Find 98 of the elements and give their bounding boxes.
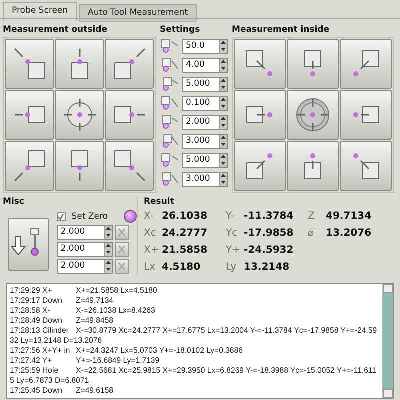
probe-button[interactable] [105,39,154,89]
probe-direction-icon [114,150,146,182]
probe-direction-icon [246,50,274,78]
probe-button[interactable] [234,39,286,89]
result-label: Y- [226,211,236,222]
checkbox-label: Set Zero [72,212,108,222]
result-value: 49.7134 [326,211,372,222]
result-value: 4.5180 [162,262,201,273]
probe-button[interactable] [287,39,339,89]
axis-icon [118,244,126,254]
probe-direction-icon [14,150,46,182]
result-label: X- [144,211,155,222]
probe-down-button[interactable] [8,218,49,271]
probe-direction-icon [14,106,46,124]
probe-setting-icon [160,133,180,149]
result-value: 13.2148 [244,262,290,273]
spin-arrows-icon[interactable] [219,78,227,90]
result-value: 24.2777 [162,228,208,239]
result-value: -11.3784 [244,211,294,222]
probe-direction-icon [304,50,322,78]
spin-field[interactable]: 5.000 [182,76,228,92]
spin-field[interactable]: 3.000 [182,134,228,148]
result-label: Lx [144,262,156,273]
axis-icon [118,228,126,236]
probe-button[interactable] [287,90,339,140]
section-title: Measurement outside [3,25,108,36]
probe-button[interactable] [105,90,154,140]
probe-button[interactable] [234,141,286,191]
scrollbar[interactable] [382,284,393,398]
probe-direction-icon [304,152,322,180]
probe-direction-icon [70,150,88,182]
result-value: 26.1038 [162,211,208,222]
probe-button[interactable] [340,90,392,140]
tab[interactable]: Auto Tool Measurement [79,4,198,22]
spin-field[interactable]: 2.000 [182,114,228,130]
result-label: Y+ [226,245,242,256]
result-label: X+ [144,245,160,256]
probe-button[interactable] [105,141,154,191]
probe-button[interactable] [5,39,54,89]
axis-icon [118,262,126,270]
probe-button[interactable] [55,90,104,140]
spin-arrows-icon[interactable] [219,96,227,110]
probe-direction-icon [352,50,380,78]
section-title: Result [144,197,176,208]
probe-direction-icon [114,48,146,80]
tab[interactable]: Probe Screen [3,2,78,21]
probe-setting-icon [160,114,180,130]
probe-direction-icon [114,106,146,124]
probe-button[interactable] [340,39,392,89]
result-value: -17.9858 [244,228,294,239]
spin-field[interactable]: 2.000 [56,242,113,256]
probe-setting-icon [160,38,180,54]
probe-button[interactable] [234,90,286,140]
spin-field[interactable]: 50.0 [182,38,228,54]
spin-field[interactable]: 4.00 [182,58,228,72]
spin-field[interactable]: 3.000 [182,172,228,186]
spin-arrows-icon[interactable] [219,154,227,166]
result-label: Ly [226,262,238,273]
probe-setting-icon [160,152,180,168]
probe-setting-icon [160,95,180,111]
section-title: Settings [160,25,202,36]
result-label: Xc [144,228,158,239]
section-title: Misc [3,197,26,208]
probe-button[interactable] [5,141,54,191]
spin-arrows-icon[interactable] [219,40,227,52]
result-value: 13.2076 [326,228,372,239]
spin-field[interactable]: 5.000 [182,152,228,168]
spin-arrows-icon[interactable] [219,172,227,186]
spin-arrows-icon[interactable] [104,242,112,256]
spin-arrows-icon[interactable] [104,260,112,272]
probe-direction-icon [14,48,46,80]
probe-direction-icon [246,106,274,124]
spin-field[interactable]: 2.000 [56,258,113,274]
probe-direction-icon [246,152,274,180]
section-title: Measurement inside [232,25,331,36]
probe-direction-icon [352,106,380,124]
spin-arrows-icon[interactable] [219,58,227,72]
spin-arrows-icon[interactable] [219,116,227,128]
probe-button[interactable] [55,141,104,191]
result-label: ⌀ [308,228,316,239]
result-value: -24.5932 [244,245,294,256]
probe-setting-icon [160,171,180,187]
result-label: Yc [226,228,239,239]
probe-direction-icon [70,48,88,80]
probe-button[interactable] [55,39,104,89]
spin-arrows-icon[interactable] [219,134,227,148]
probe-button[interactable] [340,141,392,191]
spin-field[interactable]: 0.100 [182,96,228,110]
probe-setting-icon [160,76,180,92]
set-zero-checkbox[interactable] [56,212,66,221]
result-value: 21.5858 [162,245,208,256]
spin-field[interactable]: 2.000 [56,224,113,240]
spin-arrows-icon[interactable] [104,226,112,238]
probe-button[interactable] [287,141,339,191]
probe-direction-icon [352,152,380,180]
probe-button[interactable] [5,90,54,140]
probe-setting-icon [160,57,180,73]
result-label: Z [308,211,316,222]
